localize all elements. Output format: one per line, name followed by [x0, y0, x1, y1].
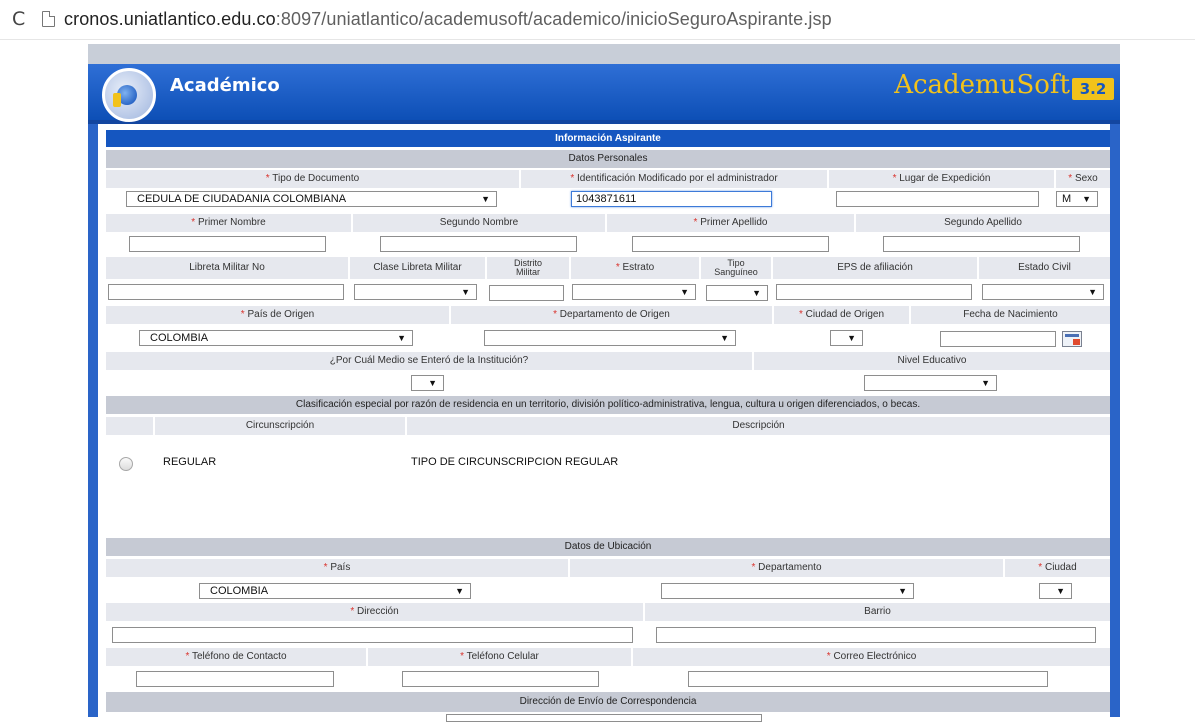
chevron-down-icon: ▼ — [720, 333, 729, 343]
version-badge: 3.2 — [1072, 78, 1114, 100]
correo-input[interactable] — [688, 671, 1048, 687]
estrato-select[interactable]: ▼ — [572, 284, 696, 300]
primer-apellido-input[interactable] — [632, 236, 829, 252]
chevron-down-icon: ▼ — [455, 586, 464, 596]
tipo-sanguineo-select[interactable]: ▼ — [706, 285, 768, 301]
content-area: Información Aspirante Datos Personales *… — [98, 124, 1110, 722]
chevron-down-icon: ▼ — [397, 333, 406, 343]
url-text[interactable]: cronos.uniatlantico.edu.co:8097/uniatlan… — [64, 9, 832, 30]
clase-libreta-select[interactable]: ▼ — [354, 284, 477, 300]
label-clase-libreta: Clase Libreta Militar — [350, 257, 485, 279]
frame-top-strip — [88, 44, 1120, 64]
chevron-down-icon: ▼ — [481, 194, 490, 204]
reload-icon[interactable]: C — [12, 8, 25, 30]
label-segundo-nombre: Segundo Nombre — [353, 214, 605, 232]
url-host: cronos.uniatlantico.edu.co — [64, 9, 276, 29]
chevron-down-icon: ▼ — [981, 378, 990, 388]
label-primer-nombre: * Primer Nombre — [106, 214, 351, 232]
calendar-icon[interactable] — [1062, 331, 1082, 347]
chevron-down-icon: ▼ — [428, 378, 437, 388]
nivel-educativo-select[interactable]: ▼ — [864, 375, 997, 391]
label-eps: EPS de afiliación — [773, 257, 977, 279]
label-ciudad-origen: * Ciudad de Origen — [774, 306, 909, 324]
primer-nombre-input[interactable] — [129, 236, 326, 252]
pais-select[interactable]: COLOMBIA ▼ — [199, 583, 471, 599]
label-fecha-nacimiento: Fecha de Nacimiento — [911, 306, 1110, 324]
direccion-input[interactable] — [112, 627, 633, 643]
label-ciudad: * Ciudad — [1005, 559, 1110, 577]
ciudad-select[interactable]: ▼ — [1039, 583, 1072, 599]
segundo-apellido-input[interactable] — [883, 236, 1080, 252]
label-distrito-militar: Distrito Militar — [487, 257, 569, 279]
label-pais: * País — [106, 559, 568, 577]
label-correo: * Correo Electrónico — [633, 648, 1110, 666]
chevron-down-icon: ▼ — [461, 287, 470, 297]
chevron-down-icon: ▼ — [898, 586, 907, 596]
medio-enterado-select[interactable]: ▼ — [411, 375, 444, 391]
chevron-down-icon: ▼ — [680, 287, 689, 297]
label-telefono-contacto: * Teléfono de Contacto — [106, 648, 366, 666]
circunscripcion-cell: REGULAR — [163, 456, 217, 468]
departamento-select[interactable]: ▼ — [661, 583, 914, 599]
url-path: :8097/uniatlantico/academusoft/academico… — [275, 9, 832, 29]
label-tipo-documento: * Tipo de Documento — [106, 170, 519, 188]
barrio-input[interactable] — [656, 627, 1096, 643]
circunscripcion-radio[interactable] — [119, 457, 133, 471]
label-primer-apellido: * Primer Apellido — [607, 214, 854, 232]
chevron-down-icon: ▼ — [1056, 586, 1065, 596]
label-estado-civil: Estado Civil — [979, 257, 1110, 279]
telefono-celular-input[interactable] — [402, 671, 599, 687]
pais-origen-select[interactable]: COLOMBIA ▼ — [139, 330, 413, 346]
form-title: Información Aspirante — [106, 130, 1110, 147]
fecha-nacimiento-input[interactable] — [940, 331, 1056, 347]
eps-input[interactable] — [776, 284, 972, 300]
label-sexo: * Sexo — [1056, 170, 1110, 188]
label-tipo-sanguineo: Tipo Sanguíneo — [701, 257, 771, 279]
chevron-down-icon: ▼ — [1088, 287, 1097, 297]
label-departamento: * Departamento — [570, 559, 1003, 577]
segundo-nombre-input[interactable] — [380, 236, 577, 252]
label-telefono-celular: * Teléfono Celular — [368, 648, 631, 666]
identificacion-input[interactable]: 1043871611 — [571, 191, 772, 207]
tipo-documento-select[interactable]: CEDULA DE CIUDADANIA COLOMBIANA ▼ — [126, 191, 497, 207]
chevron-down-icon: ▼ — [752, 288, 761, 298]
browser-address-bar: C cronos.uniatlantico.edu.co:8097/uniatl… — [0, 0, 1195, 40]
descripcion-cell: TIPO DE CIRCUNSCRIPCION REGULAR — [411, 456, 619, 468]
libreta-militar-input[interactable] — [108, 284, 344, 300]
label-identificacion: * Identificación Modificado por el admin… — [521, 170, 827, 188]
label-estrato: * Estrato — [571, 257, 699, 279]
distrito-militar-input[interactable] — [489, 285, 564, 301]
chevron-down-icon: ▼ — [847, 333, 856, 343]
app-frame: Académico AcademuSoft 3.2 Información As… — [88, 44, 1120, 722]
section-envio-correspondencia: Dirección de Envío de Correspondencia — [106, 692, 1110, 712]
column-descripcion: Descripción — [407, 417, 1110, 435]
app-title: Académico — [170, 75, 280, 96]
label-segundo-apellido: Segundo Apellido — [856, 214, 1110, 232]
section-datos-ubicacion: Datos de Ubicación — [106, 538, 1110, 556]
label-lugar-expedicion: * Lugar de Expedición — [829, 170, 1054, 188]
label-pais-origen: * País de Origen — [106, 306, 449, 324]
academico-logo — [102, 68, 156, 122]
label-select-column — [106, 417, 153, 435]
lugar-expedicion-input[interactable] — [836, 191, 1039, 207]
telefono-contacto-input[interactable] — [136, 671, 334, 687]
label-departamento-origen: * Departamento de Origen — [451, 306, 772, 324]
label-libreta-militar: Libreta Militar No — [106, 257, 348, 279]
section-datos-personales: Datos Personales — [106, 150, 1110, 168]
page-icon — [42, 11, 55, 27]
label-direccion: * Dirección — [106, 603, 643, 621]
column-circunscripcion: Circunscripción — [155, 417, 405, 435]
label-medio-enterado: ¿Por Cuál Medio se Enteró de la Instituc… — [106, 352, 752, 370]
ciudad-origen-select[interactable]: ▼ — [830, 330, 863, 346]
estado-civil-select[interactable]: ▼ — [982, 284, 1104, 300]
chevron-down-icon: ▼ — [1082, 194, 1091, 204]
sexo-select[interactable]: M ▼ — [1056, 191, 1098, 207]
envio-correspondencia-input[interactable] — [446, 714, 762, 722]
departamento-origen-select[interactable]: ▼ — [484, 330, 736, 346]
brand-name: AcademuSoft — [894, 70, 1070, 100]
section-clasificacion: Clasificación especial por razón de resi… — [106, 396, 1110, 414]
label-barrio: Barrio — [645, 603, 1110, 621]
label-nivel-educativo: Nivel Educativo — [754, 352, 1110, 370]
